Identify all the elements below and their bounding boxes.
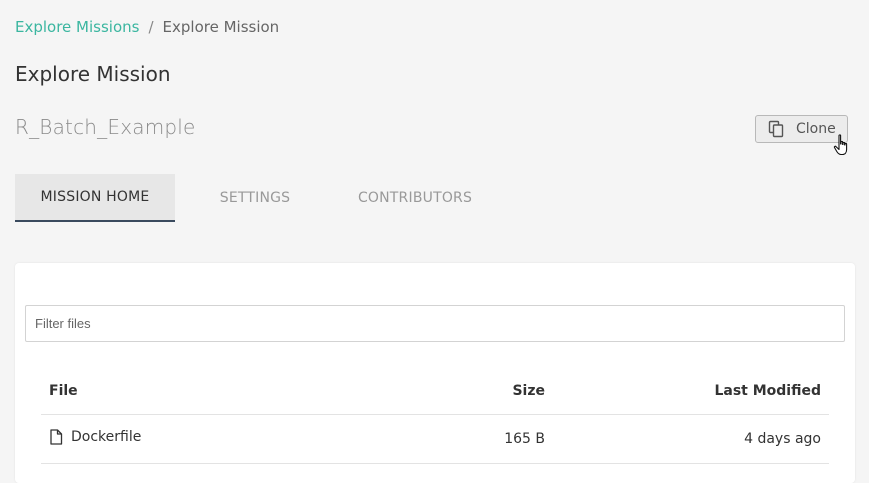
column-header-file[interactable]: File bbox=[41, 368, 417, 415]
file-name: Dockerfile bbox=[71, 429, 142, 445]
breadcrumb-current: Explore Mission bbox=[162, 18, 280, 36]
table-header-row: File Size Last Modified bbox=[41, 368, 829, 415]
clone-button-label: Clone bbox=[796, 121, 836, 137]
hand-pointer-cursor-icon bbox=[833, 134, 853, 158]
tab-settings[interactable]: SETTINGS bbox=[175, 174, 335, 222]
tab-bar: MISSION HOME SETTINGS CONTRIBUTORS bbox=[15, 174, 495, 222]
tab-contributors[interactable]: CONTRIBUTORS bbox=[335, 174, 495, 222]
file-cell: Dockerfile bbox=[41, 414, 417, 464]
tab-mission-home[interactable]: MISSION HOME bbox=[15, 174, 175, 222]
file-icon bbox=[49, 429, 63, 445]
breadcrumb-separator: / bbox=[148, 18, 154, 36]
file-link[interactable]: Dockerfile bbox=[49, 429, 141, 445]
file-size: 165 B bbox=[417, 414, 553, 464]
table-row[interactable]: Dockerfile 165 B 4 days ago bbox=[41, 414, 829, 464]
column-header-size[interactable]: Size bbox=[417, 368, 553, 415]
copy-icon bbox=[768, 120, 786, 138]
mission-name: R_Batch_Example bbox=[15, 115, 196, 139]
breadcrumb: Explore Missions / Explore Mission bbox=[15, 18, 279, 36]
column-header-last-modified[interactable]: Last Modified bbox=[553, 368, 829, 415]
files-card: File Size Last Modified Dockerfile bbox=[15, 263, 855, 483]
filter-files-input[interactable] bbox=[25, 305, 845, 342]
files-table: File Size Last Modified Dockerfile 165 B… bbox=[41, 368, 829, 464]
breadcrumb-link-explore-missions[interactable]: Explore Missions bbox=[15, 18, 139, 36]
file-last-modified: 4 days ago bbox=[553, 414, 829, 464]
page-title: Explore Mission bbox=[15, 62, 171, 86]
